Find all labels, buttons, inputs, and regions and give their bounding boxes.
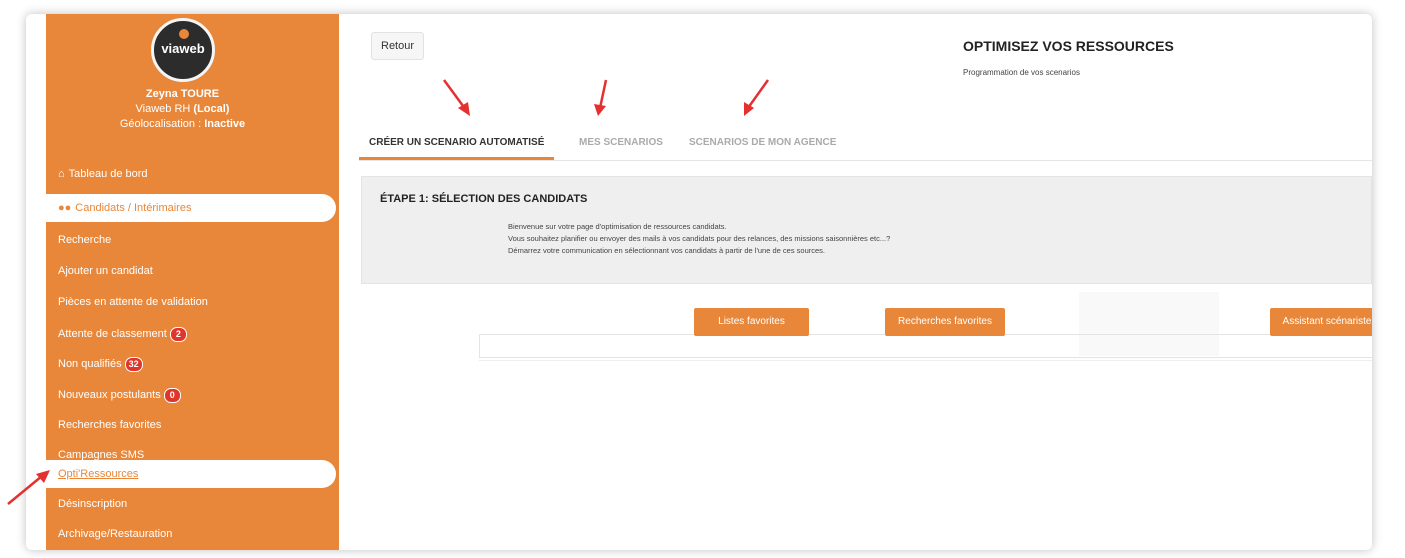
tab-bar: CRÉER UN SCENARIO AUTOMATISÉ MES SCENARI…: [359, 126, 1372, 161]
sidebar-item-favorite-searches[interactable]: Recherches favorites: [46, 411, 336, 439]
favorite-lists-button[interactable]: Listes favorites: [694, 308, 809, 336]
sidebar-item-label: Nouveaux postulants: [58, 389, 161, 401]
sidebar-item-label: Candidats / Intérimaires: [75, 202, 192, 214]
scenario-assistant-button[interactable]: Assistant scénariste: [1270, 308, 1372, 336]
users-icon: ●●: [58, 202, 72, 214]
sidebar-item-unsubscribe[interactable]: Désinscription: [46, 490, 336, 518]
annotation-arrow-icon: [7, 470, 50, 505]
geolocation-label: Géolocalisation :: [119, 118, 205, 130]
page-title: OPTIMISEZ VOS RESSOURCES: [963, 38, 1174, 54]
sidebar-item-dashboard[interactable]: ⌂ Tableau de bord: [46, 160, 336, 188]
step-panel: ÉTAPE 1: SÉLECTION DES CANDIDATS Bienven…: [361, 176, 1372, 284]
sidebar-item-pending-documents[interactable]: Pièces en attente de validation: [46, 288, 336, 316]
app-window: viaweb Zeyna TOURE Viaweb RH (Local) Géo…: [26, 14, 1372, 550]
sidebar-item-label: Non qualifiés: [58, 358, 122, 370]
sidebar-item-label: Tableau de bord: [68, 168, 148, 180]
sidebar-item-label: Archivage/Restauration: [58, 528, 173, 540]
sidebar-item-label: Recherche: [58, 234, 112, 246]
user-role-scope: (Local): [193, 103, 230, 115]
sidebar-item-label: Ajouter un candidat: [58, 265, 153, 277]
home-icon: ⌂: [58, 168, 65, 180]
annotation-arrow-icon: [442, 79, 470, 116]
sidebar-item-label: Opti'Ressources: [58, 468, 139, 480]
count-badge: 32: [124, 357, 143, 372]
logo-dot-icon: [179, 29, 189, 39]
sidebar-item-label: Attente de classement: [58, 328, 167, 340]
sidebar-item-new-applicants[interactable]: Nouveaux postulants 0: [46, 381, 336, 409]
user-name: Zeyna TOURE: [145, 88, 220, 100]
count-badge: 2: [169, 327, 187, 342]
sidebar-item-unqualified[interactable]: Non qualifiés 32: [46, 350, 336, 378]
page-subtitle: Programmation de vos scenarios: [963, 68, 1080, 77]
sidebar-item-label: Pièces en attente de validation: [58, 296, 208, 308]
tab-create-scenario[interactable]: CRÉER UN SCENARIO AUTOMATISÉ: [359, 126, 555, 160]
back-button[interactable]: Retour: [371, 32, 425, 60]
logo-text: viaweb: [161, 41, 205, 56]
tab-my-scenarios[interactable]: MES SCENARIOS: [569, 126, 673, 160]
viaweb-logo[interactable]: viaweb: [151, 18, 215, 82]
step-description-line: Bienvenue sur votre page d'optimisation …: [508, 222, 727, 231]
geolocation-status: Géolocalisation : Inactive: [46, 118, 319, 130]
sidebar-item-search[interactable]: Recherche: [46, 226, 336, 254]
main-content: Retour OPTIMISEZ VOS RESSOURCES Programm…: [339, 14, 1372, 550]
sidebar-item-candidates[interactable]: ●● Candidats / Intérimaires: [46, 194, 336, 222]
favorite-searches-button[interactable]: Recherches favorites: [885, 308, 1005, 336]
sidebar-item-opti-ressources[interactable]: Opti'Ressources: [46, 460, 336, 488]
user-role-label: Viaweb RH: [135, 103, 194, 115]
annotation-arrow-icon: [744, 79, 770, 116]
sidebar-item-awaiting-classification[interactable]: Attente de classement 2: [46, 320, 336, 348]
annotation-arrow-icon: [594, 79, 608, 116]
sidebar-item-archiving[interactable]: Archivage/Restauration: [46, 520, 336, 548]
geolocation-value: Inactive: [204, 118, 246, 130]
sidebar-item-label: Recherches favorites: [58, 419, 162, 431]
step-title: ÉTAPE 1: SÉLECTION DES CANDIDATS: [380, 193, 588, 205]
count-badge: 0: [163, 388, 181, 403]
divider: [479, 360, 1372, 361]
user-role: Viaweb RH (Local): [46, 103, 319, 115]
sidebar-item-label: Désinscription: [58, 498, 128, 510]
tab-agency-scenarios[interactable]: SCENARIOS DE MON AGENCE: [679, 126, 846, 160]
sidebar: viaweb Zeyna TOURE Viaweb RH (Local) Géo…: [46, 14, 339, 550]
source-list-area: [479, 334, 1372, 358]
step-description-line: Vous souhaitez planifier ou envoyer des …: [508, 234, 891, 243]
step-description-line: Démarrez votre communication en sélectio…: [508, 246, 826, 255]
sidebar-item-add-candidate[interactable]: Ajouter un candidat: [46, 257, 336, 285]
